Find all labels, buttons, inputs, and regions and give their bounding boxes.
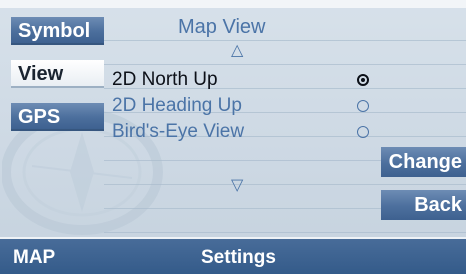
scroll-up-arrow-icon[interactable]: △ xyxy=(231,40,243,60)
footer-map-label[interactable]: MAP xyxy=(13,247,55,269)
menu-item-gps[interactable]: GPS xyxy=(11,103,104,131)
menu-item-symbol[interactable]: Symbol xyxy=(11,17,104,45)
page-title: Map View xyxy=(178,16,266,38)
option-2d-north-up[interactable]: 2D North Up xyxy=(112,69,218,91)
footer-settings-label: Settings xyxy=(201,247,276,268)
radio-2d-north-up[interactable] xyxy=(357,74,369,86)
footer-bar: MAP Settings xyxy=(0,237,466,274)
radio-2d-heading-up[interactable] xyxy=(357,100,369,112)
menu-item-view[interactable]: View xyxy=(11,60,104,88)
option-2d-heading-up[interactable]: 2D Heading Up xyxy=(112,95,242,117)
map-view-screen: Symbol View GPS Map View △ 2D North Up 2… xyxy=(0,0,466,274)
change-button[interactable]: Change xyxy=(381,147,466,177)
back-button[interactable]: Back xyxy=(381,190,466,220)
option-birds-eye-view[interactable]: Bird's-Eye View xyxy=(112,121,244,143)
scroll-down-arrow-icon[interactable]: ▽ xyxy=(231,175,243,195)
top-strip xyxy=(0,0,466,8)
radio-birds-eye-view[interactable] xyxy=(357,126,369,138)
